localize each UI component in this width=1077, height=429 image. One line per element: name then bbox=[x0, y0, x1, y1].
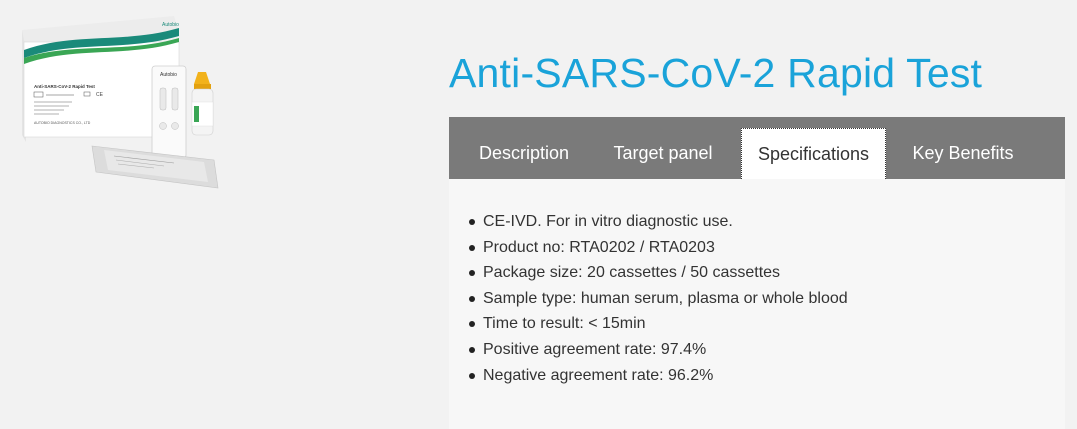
product-image: Autobio Anti-SARS-CoV-2 Rapid Test CE AU… bbox=[14, 10, 224, 195]
page-title: Anti-SARS-CoV-2 Rapid Test bbox=[449, 50, 983, 96]
company-text: AUTOBIO DIAGNOSTICS CO., LTD bbox=[34, 121, 91, 125]
tab-key-benefits[interactable]: Key Benefits bbox=[899, 128, 1027, 179]
tab-target-panel[interactable]: Target panel bbox=[599, 128, 727, 179]
svg-text:CE: CE bbox=[96, 92, 104, 98]
bullet-icon bbox=[469, 219, 475, 225]
bullet-icon bbox=[469, 295, 475, 302]
svg-text:Autobio: Autobio bbox=[160, 72, 177, 78]
brand-logo: Autobio bbox=[162, 22, 179, 28]
bullet-icon bbox=[469, 270, 475, 277]
tab-specifications[interactable]: Specifications bbox=[741, 128, 886, 179]
spec-item: CE-IVD. For in vitro diagnostic use. bbox=[469, 209, 848, 235]
spec-item: Positive agreement rate: 97.4% bbox=[469, 337, 848, 363]
spec-item: Product no: RTA0202 / RTA0203 bbox=[469, 235, 848, 261]
spec-item: Sample type: human serum, plasma or whol… bbox=[469, 286, 848, 312]
tab-description[interactable]: Description bbox=[463, 128, 585, 179]
tab-bar: Description Target panel Specifications … bbox=[449, 117, 1065, 179]
spec-item: Package size: 20 cassettes / 50 cassette… bbox=[469, 260, 848, 286]
specifications-panel: CE-IVD. For in vitro diagnostic use. Pro… bbox=[449, 179, 1065, 429]
buffer-vial bbox=[191, 72, 214, 136]
box-label: Anti-SARS-CoV-2 Rapid Test bbox=[34, 84, 95, 89]
bullet-icon bbox=[469, 346, 475, 353]
bullet-icon bbox=[469, 321, 475, 328]
bullet-icon bbox=[469, 372, 475, 379]
test-cassette: Autobio bbox=[151, 65, 187, 159]
spec-item: Time to result: < 15min bbox=[469, 311, 848, 337]
specifications-list: CE-IVD. For in vitro diagnostic use. Pro… bbox=[469, 209, 848, 388]
bullet-icon bbox=[469, 244, 475, 251]
spec-item: Negative agreement rate: 96.2% bbox=[469, 363, 848, 389]
